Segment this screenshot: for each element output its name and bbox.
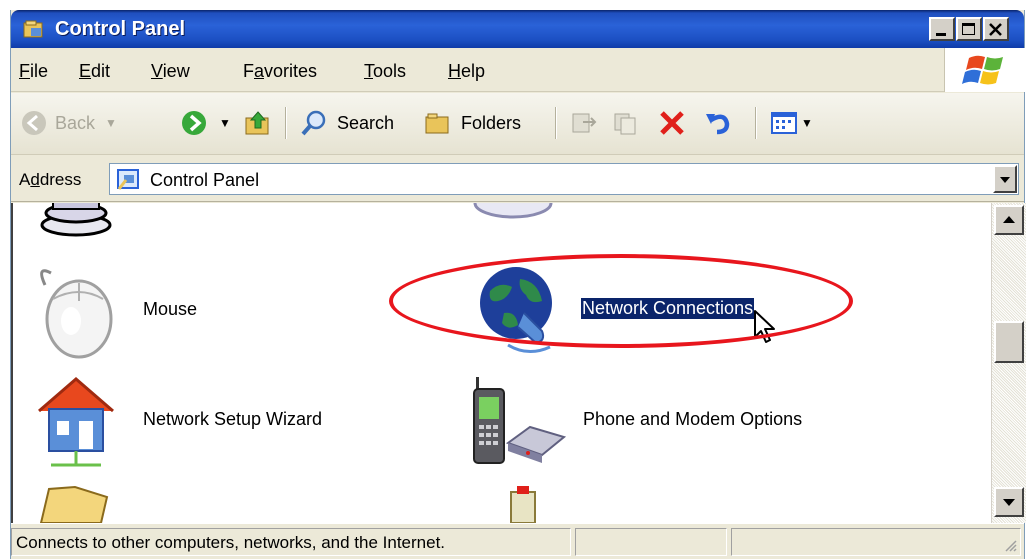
forward-dropdown-arrow[interactable]: ▼: [219, 116, 231, 130]
menu-favorites[interactable]: Favorites: [243, 61, 317, 82]
delete-button[interactable]: [657, 107, 687, 139]
forward-button[interactable]: ▼: [179, 107, 231, 139]
menu-bar: File Edit View Favorites Tools Help: [11, 48, 1026, 92]
close-button[interactable]: [983, 17, 1009, 41]
control-panel-icon: [117, 169, 139, 190]
copy-to-icon: [614, 113, 636, 135]
back-dropdown-arrow[interactable]: ▼: [105, 116, 117, 130]
folders-button[interactable]: Folders: [423, 107, 521, 139]
forward-arrow-icon: [182, 111, 206, 135]
minimize-icon: [936, 33, 946, 36]
window-title: Control Panel: [55, 18, 186, 40]
delete-icon: [660, 111, 684, 135]
folders-icon: [425, 113, 449, 134]
up-folder-icon: [245, 111, 269, 135]
scroll-down-button[interactable]: [994, 487, 1024, 517]
views-icon: [771, 112, 797, 134]
windows-flag-icon: [962, 55, 1003, 85]
move-to-button[interactable]: [569, 107, 599, 139]
explorer-window: Control Panel File Edit View Favorites T…: [10, 10, 1026, 559]
views-dropdown-arrow[interactable]: ▼: [801, 116, 813, 130]
network-connections-icon: [480, 267, 552, 353]
partial-icon[interactable]: [468, 203, 558, 223]
back-button[interactable]: Back ▼: [19, 107, 117, 139]
search-icon: [301, 110, 326, 136]
minimize-button[interactable]: [929, 17, 955, 41]
status-pane-2: [575, 528, 727, 556]
address-bar: Address Control Panel: [11, 156, 1024, 202]
chevron-down-icon: [1000, 177, 1010, 183]
mouse-icon: [40, 269, 113, 359]
partial-icon[interactable]: [31, 203, 131, 245]
maximize-icon: [962, 23, 975, 35]
status-pane-3: [731, 528, 1021, 556]
partial-icon[interactable]: [483, 486, 563, 523]
chevron-down-icon: [1003, 499, 1015, 506]
menu-help[interactable]: Help: [448, 61, 485, 82]
address-value: Control Panel: [150, 170, 260, 190]
address-label: Address: [19, 170, 82, 189]
address-dropdown-button[interactable]: [993, 165, 1017, 193]
network-setup-icon: [38, 377, 114, 467]
toolbar-separator: [285, 107, 287, 139]
title-bar[interactable]: Control Panel: [11, 10, 1024, 48]
windows-logo: [944, 48, 1026, 92]
status-text: Connects to other computers, networks, a…: [16, 533, 446, 552]
network-setup-wizard-item[interactable]: Network Setup Wizard: [31, 371, 391, 471]
chevron-up-icon: [1003, 216, 1015, 223]
resize-grip-icon[interactable]: [1002, 537, 1018, 553]
menu-tools[interactable]: Tools: [364, 61, 406, 82]
network-connections-label: Network Connections: [579, 297, 756, 320]
views-button[interactable]: ▼: [769, 107, 813, 139]
mouse-item[interactable]: Mouse: [31, 261, 331, 361]
copy-to-button[interactable]: [611, 107, 641, 139]
menu-view[interactable]: View: [151, 61, 190, 82]
toolbar: Back ▼ ▼ Search Folders ▼: [11, 93, 1024, 155]
move-to-icon: [572, 113, 597, 133]
network-connections-item[interactable]: Network Connections: [468, 261, 808, 361]
status-pane-main: Connects to other computers, networks, a…: [11, 528, 571, 556]
menu-file[interactable]: File: [19, 61, 48, 82]
menu-edit[interactable]: Edit: [79, 61, 110, 82]
address-input[interactable]: Control Panel: [109, 163, 1019, 195]
undo-icon: [706, 114, 730, 135]
toolbar-separator: [555, 107, 557, 139]
back-arrow-icon: [22, 111, 46, 135]
scrollbar-thumb[interactable]: [994, 321, 1024, 363]
cursor-icon: [754, 310, 775, 343]
close-icon: [989, 23, 1002, 36]
partial-folder-icon[interactable]: [31, 483, 121, 523]
undo-button[interactable]: [703, 107, 733, 139]
search-button[interactable]: Search: [299, 107, 394, 139]
scroll-up-button[interactable]: [994, 205, 1024, 235]
folder-icon: [23, 20, 43, 38]
content-pane: Mouse Network Connections Network Setup …: [11, 203, 991, 523]
status-bar: Connects to other computers, networks, a…: [11, 523, 1024, 559]
vertical-scrollbar[interactable]: [991, 203, 1026, 523]
phone-modem-item[interactable]: Phone and Modem Options: [468, 371, 848, 471]
phone-modem-icon: [473, 377, 567, 464]
maximize-button[interactable]: [956, 17, 982, 41]
toolbar-separator: [755, 107, 757, 139]
up-button[interactable]: [243, 107, 273, 139]
